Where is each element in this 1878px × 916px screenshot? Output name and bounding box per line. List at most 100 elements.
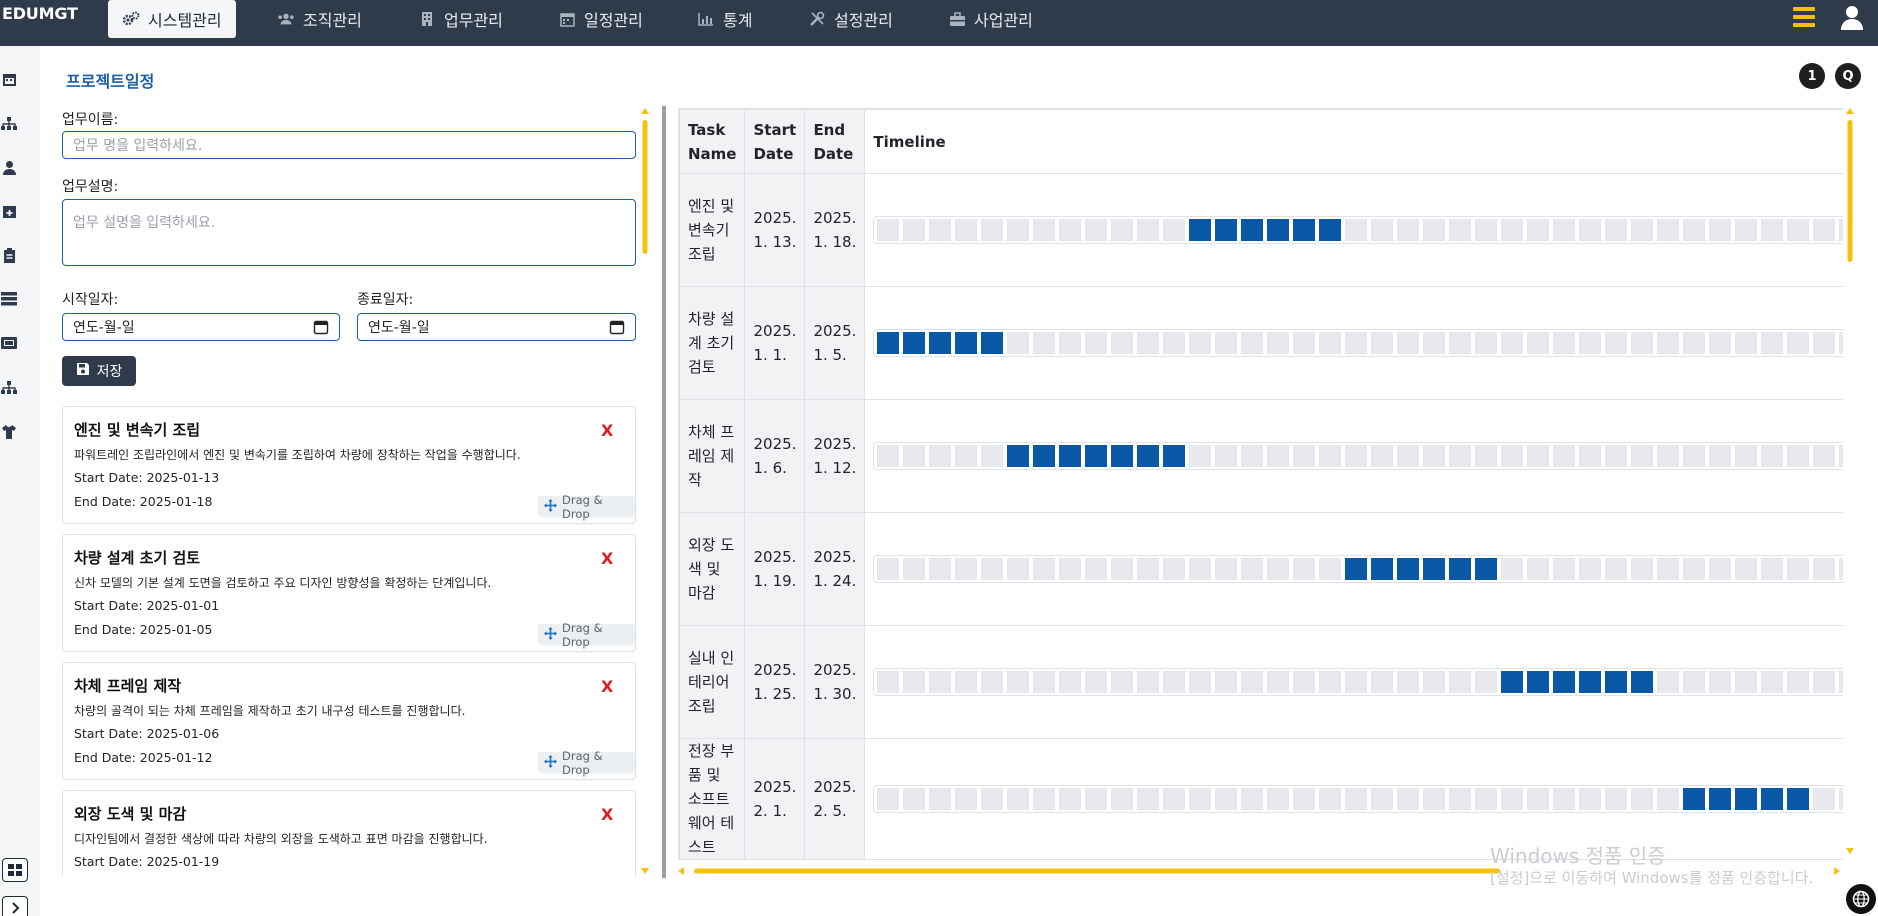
task-card-description: 신차 모델의 기본 설계 도면을 검토하고 주요 디자인 방향성을 확정하는 단… xyxy=(74,576,492,590)
timeline-day xyxy=(1787,332,1810,354)
timeline-day xyxy=(1111,219,1134,241)
timeline-day-active xyxy=(1293,219,1316,241)
timeline-day xyxy=(1631,219,1654,241)
end-date-cell: 2025. 2. 5. xyxy=(804,738,866,860)
timeline-vertical-scrollbar[interactable] xyxy=(1846,108,1854,874)
sitemap-icon[interactable] xyxy=(0,114,18,132)
timeline-day xyxy=(903,558,926,580)
timeline-day xyxy=(1163,332,1186,354)
drag-handle[interactable]: Drag & Drop xyxy=(538,621,635,649)
drag-label: Drag & Drop xyxy=(562,748,603,777)
globe-icon[interactable] xyxy=(1846,884,1876,914)
task-card-start-date: Start Date: 2025-01-06 xyxy=(74,726,220,741)
drag-handle[interactable]: Drag & Drop xyxy=(538,493,635,521)
calendar-icon[interactable] xyxy=(609,319,625,335)
calendar-icon[interactable] xyxy=(0,70,18,88)
task-name-cell: 차량 설계 초기 검토 xyxy=(679,286,746,400)
timeline-day xyxy=(1111,558,1134,580)
calendar-icon[interactable] xyxy=(313,319,329,335)
ticket-icon[interactable] xyxy=(0,334,18,352)
task-card[interactable]: 엔진 및 변속기 조립 파워트레인 조립라인에서 엔진 및 변속기를 조립하여 … xyxy=(62,406,636,524)
timeline-day xyxy=(1423,219,1446,241)
timeline-cell xyxy=(864,286,1843,400)
clipboard-icon[interactable] xyxy=(0,246,18,264)
nav-label: 시스템관리 xyxy=(148,11,222,30)
delete-task-button[interactable]: X xyxy=(601,677,613,696)
hamburger-menu-icon[interactable] xyxy=(1793,7,1815,27)
timeline-day xyxy=(1683,445,1706,467)
drag-handle[interactable]: Drag & Drop xyxy=(538,749,635,777)
timeline-day xyxy=(1189,332,1212,354)
end-date-cell: 2025. 1. 24. xyxy=(804,512,866,626)
brand-logo[interactable]: EDUMGT xyxy=(2,4,78,23)
left-panel-scrollbar[interactable] xyxy=(641,108,649,874)
timeline-day xyxy=(929,445,952,467)
nav-org-management[interactable]: 조직관리 xyxy=(277,0,362,38)
delete-task-button[interactable]: X xyxy=(601,549,613,568)
start-date-cell: 2025. 1. 1. xyxy=(744,286,806,400)
task-desc-textarea[interactable]: 업무 설명을 입력하세요. xyxy=(62,199,636,266)
timeline-day-active xyxy=(1111,445,1134,467)
timeline-day xyxy=(1475,671,1498,693)
timeline-day-active xyxy=(1631,671,1654,693)
move-arrows-icon xyxy=(544,626,557,643)
timeline-day xyxy=(1163,671,1186,693)
user-icon[interactable] xyxy=(0,158,18,176)
help-q-button[interactable]: Q xyxy=(1835,63,1861,89)
timeline-day xyxy=(1475,219,1498,241)
timeline-day-active xyxy=(1553,671,1576,693)
grid-view-icon[interactable] xyxy=(2,858,28,882)
timeline-day xyxy=(1683,332,1706,354)
task-card[interactable]: 외장 도색 및 마감 디자인팀에서 결정한 색상에 따라 차량의 외장을 도색하… xyxy=(62,790,636,876)
calendar-plus-icon[interactable] xyxy=(0,202,18,220)
timeline-day xyxy=(1319,332,1342,354)
task-card[interactable]: 차량 설계 초기 검토 신차 모델의 기본 설계 도면을 검토하고 주요 디자인… xyxy=(62,534,636,652)
timeline-table: Task Name Start Date End Date Timeline 엔… xyxy=(679,109,1843,860)
start-date-input[interactable]: 연도-월-일 xyxy=(62,313,340,341)
task-card-start-date: Start Date: 2025-01-19 xyxy=(74,854,220,869)
shirt-icon[interactable] xyxy=(0,422,18,440)
task-name-input[interactable]: 업무 명을 입력하세요. xyxy=(62,131,636,159)
end-date-cell: 2025. 1. 5. xyxy=(804,286,866,400)
end-date-input[interactable]: 연도-월-일 xyxy=(357,313,636,341)
timeline-day xyxy=(1319,445,1342,467)
org-chart-icon[interactable] xyxy=(0,378,18,396)
nav-settings-management[interactable]: 설정관리 xyxy=(808,0,893,38)
task-card[interactable]: 차체 프레임 제작 차량의 골격이 되는 차체 프레임을 제작하고 초기 내구성… xyxy=(62,662,636,780)
timeline-day xyxy=(955,219,978,241)
timeline-day xyxy=(1345,671,1368,693)
timeline-panel: Task Name Start Date End Date Timeline 엔… xyxy=(678,108,1843,860)
nav-business-management[interactable]: 사업관리 xyxy=(948,0,1033,38)
timeline-day xyxy=(1371,445,1394,467)
task-form-panel: 업무이름: 업무 명을 입력하세요. 업무설명: 업무 설명을 입력하세요. 시… xyxy=(58,106,658,876)
timeline-day-active xyxy=(1085,445,1108,467)
start-date-cell: 2025. 1. 6. xyxy=(744,399,806,513)
timeline-day xyxy=(1709,445,1732,467)
sidebar-rail xyxy=(0,46,40,916)
timeline-day xyxy=(1085,558,1108,580)
delete-task-button[interactable]: X xyxy=(601,421,613,440)
start-date-cell: 2025. 1. 25. xyxy=(744,625,806,739)
timeline-track xyxy=(873,555,1843,583)
timeline-day xyxy=(1007,558,1030,580)
timeline-day xyxy=(1007,671,1030,693)
timeline-day xyxy=(1657,332,1680,354)
save-button[interactable]: 저장 xyxy=(62,356,136,386)
nav-statistics[interactable]: 통계 xyxy=(697,0,752,38)
timeline-day xyxy=(1579,788,1602,810)
panel-splitter[interactable] xyxy=(662,106,666,878)
nav-system-management[interactable]: 시스템관리 xyxy=(108,0,236,38)
timeline-day xyxy=(1137,788,1160,810)
delete-task-button[interactable]: X xyxy=(601,805,613,824)
server-icon[interactable] xyxy=(0,290,18,308)
expand-chevron-icon[interactable] xyxy=(2,896,28,916)
nav-schedule-management[interactable]: 일정관리 xyxy=(558,0,643,38)
timeline-day xyxy=(1527,788,1550,810)
timeline-day-active xyxy=(1267,219,1290,241)
timeline-day xyxy=(1553,332,1576,354)
user-icon[interactable] xyxy=(1839,4,1865,32)
nav-work-management[interactable]: 업무관리 xyxy=(418,0,503,38)
timeline-day xyxy=(1813,558,1836,580)
badge-button-1[interactable]: 1 xyxy=(1799,63,1825,89)
timeline-day xyxy=(1605,332,1628,354)
